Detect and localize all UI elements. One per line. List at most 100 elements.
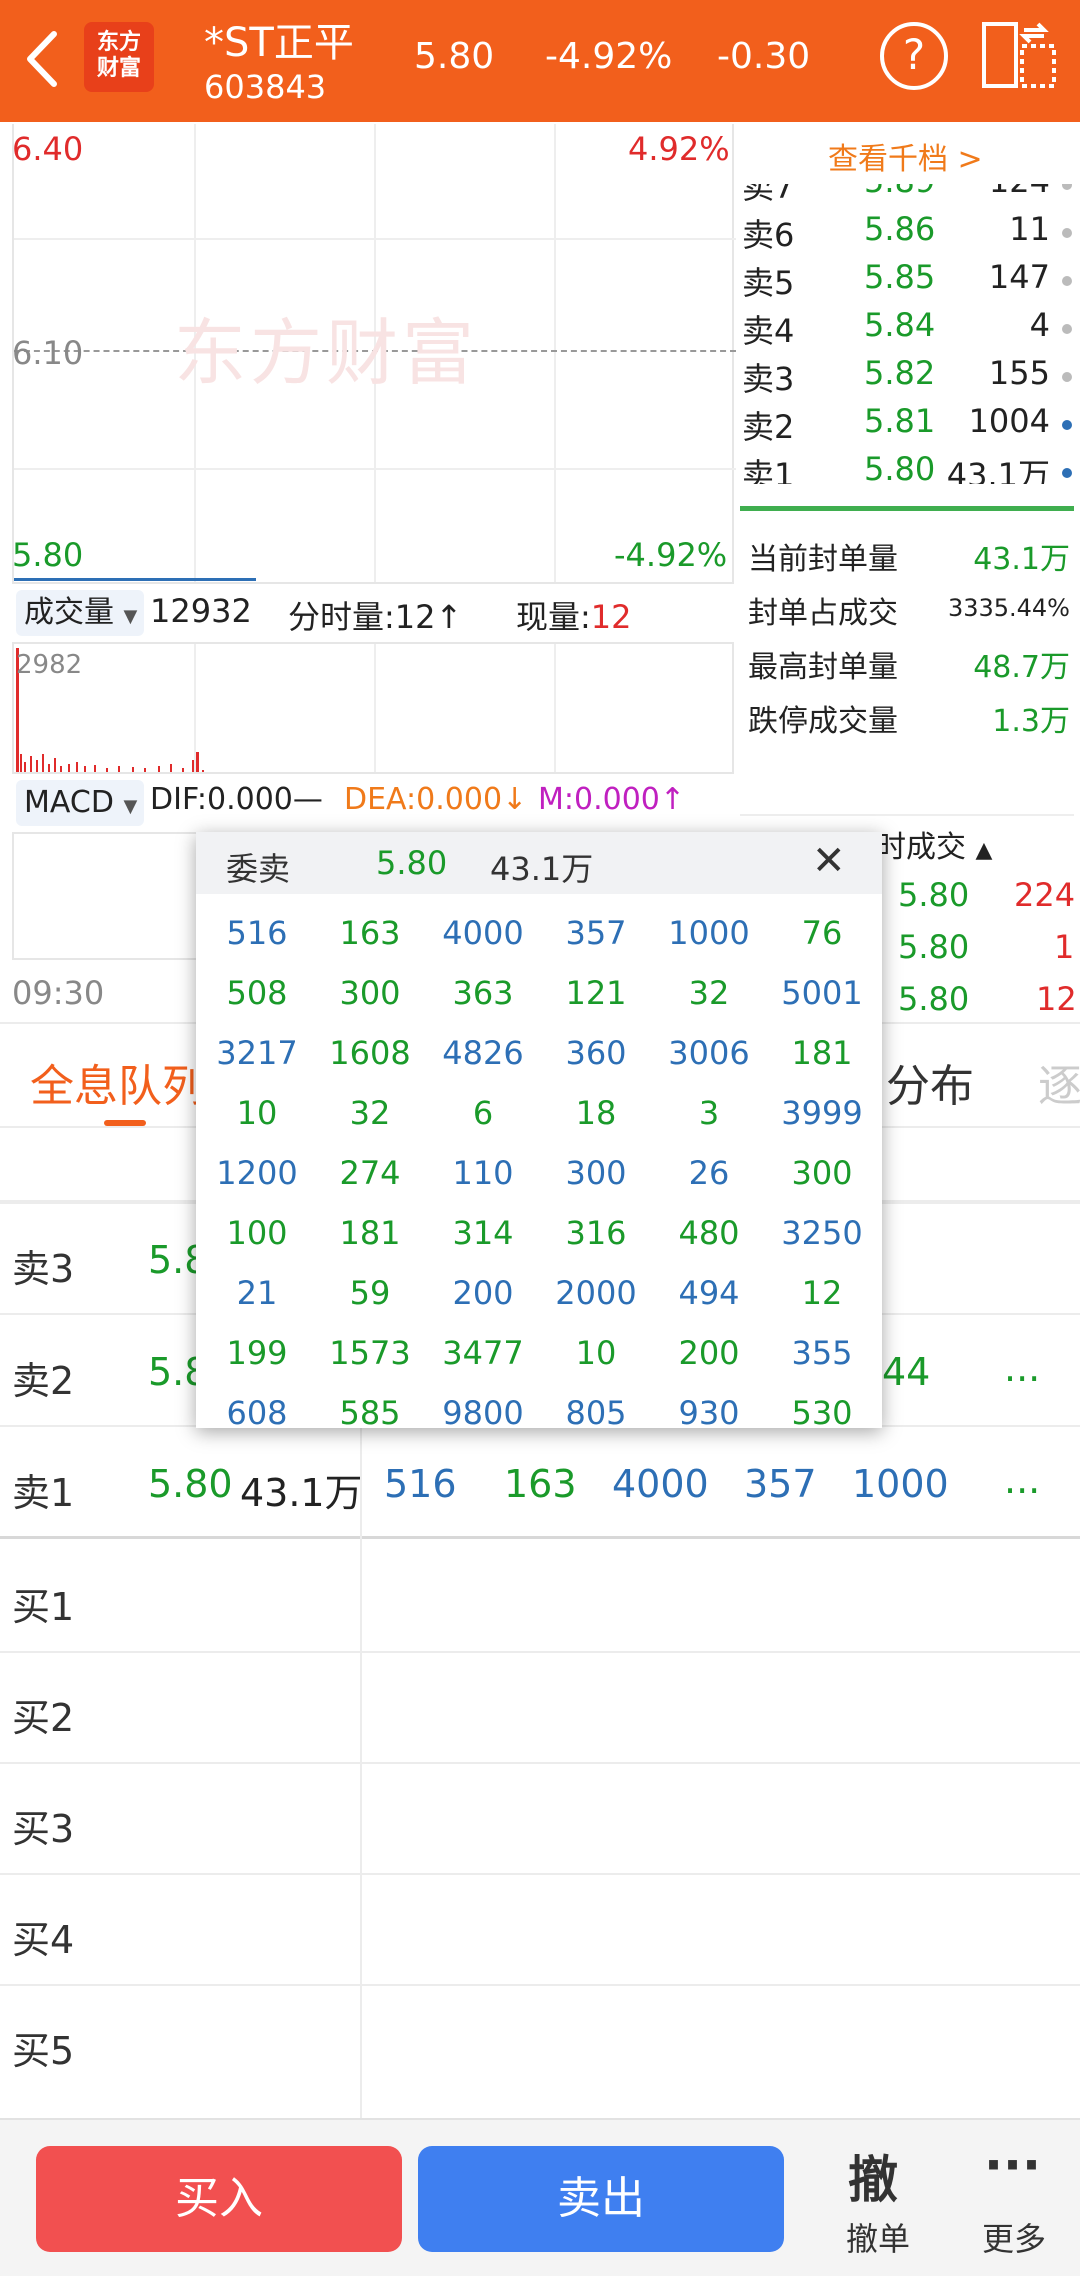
sell-order-book: 卖7 5.89 124 卖6 5.86 11 卖5 5.85 147 卖4 5.… bbox=[736, 184, 1080, 484]
popup-order-value: 110 bbox=[452, 1154, 514, 1192]
more-button[interactable]: 更多 bbox=[982, 2214, 1046, 2260]
back-arrow-icon[interactable] bbox=[18, 24, 68, 94]
limit-down-volume: 跌停成交量 1.3万 bbox=[748, 704, 1070, 739]
cancel-order-icon[interactable]: 撤 bbox=[848, 2140, 898, 2212]
tick-volume: 分时量:12↑ bbox=[288, 598, 463, 636]
volume-chart[interactable] bbox=[12, 644, 734, 772]
trade-price: 5.80 bbox=[898, 980, 970, 1018]
popup-order-value: 1608 bbox=[329, 1034, 411, 1072]
popup-order-value: 508 bbox=[226, 974, 288, 1012]
popup-order-value: 363 bbox=[452, 974, 514, 1012]
popup-order-value: 1000 bbox=[668, 914, 750, 952]
popup-order-value: 121 bbox=[565, 974, 627, 1012]
popup-order-value: 530 bbox=[791, 1394, 853, 1432]
popup-order-value: 6 bbox=[472, 1094, 494, 1132]
dot-icon bbox=[1062, 228, 1072, 238]
time-start-label: 09:30 bbox=[12, 974, 105, 1012]
popup-order-value: 3 bbox=[698, 1094, 720, 1132]
seal-to-trade-ratio: 封单占成交 3335.44% bbox=[748, 594, 1070, 631]
close-icon[interactable]: ✕ bbox=[812, 838, 846, 884]
queue-row-buy3[interactable]: 买3 bbox=[0, 1764, 1080, 1875]
current-volume: 现量:12 bbox=[516, 598, 632, 636]
popup-order-value: 10 bbox=[236, 1094, 278, 1132]
popup-order-value: 805 bbox=[565, 1394, 627, 1432]
low-pct-label: -4.92% bbox=[614, 536, 728, 574]
queue-row-buy4[interactable]: 买4 bbox=[0, 1875, 1080, 1986]
cancel-order-button[interactable]: 撤单 bbox=[846, 2214, 910, 2260]
sell-button[interactable]: 卖出 bbox=[418, 2146, 784, 2252]
help-icon[interactable]: ? bbox=[880, 22, 948, 90]
queue-row-buy1[interactable]: 买1 bbox=[0, 1542, 1080, 1653]
layout-switch-icon[interactable] bbox=[982, 22, 1056, 88]
queue-order: 516 bbox=[384, 1462, 457, 1506]
volume-axis-max: 2982 bbox=[16, 650, 83, 680]
current-seal-volume: 当前封单量 43.1万 bbox=[748, 542, 1070, 577]
popup-price: 5.80 bbox=[376, 844, 448, 882]
intraday-chart[interactable]: 东方财富 bbox=[12, 124, 736, 582]
order-book-row: 卖3 5.82 155 bbox=[742, 354, 1072, 402]
queue-row-buy5[interactable]: 买5 bbox=[0, 1986, 1080, 2097]
popup-order-value: 357 bbox=[565, 914, 627, 952]
order-book-row: 卖1 5.80 43.1万 bbox=[742, 450, 1072, 484]
arrow-up-icon: ↑ bbox=[435, 598, 463, 636]
popup-order-value: 355 bbox=[791, 1334, 853, 1372]
dropdown-caret-icon: ▼ bbox=[123, 796, 138, 817]
popup-order-value: 4000 bbox=[442, 914, 524, 952]
queue-order: 163 bbox=[504, 1462, 577, 1506]
more-icon[interactable]: ··· bbox=[984, 2136, 1041, 2194]
popup-header: 委卖 5.80 43.1万 ✕ bbox=[196, 832, 882, 894]
low-price-label: 5.80 bbox=[12, 536, 84, 574]
queue-order: 4000 bbox=[612, 1462, 709, 1506]
sell-queue-popup: 委卖 5.80 43.1万 ✕ 516 163 4000 357 1000 76 508 30… bbox=[196, 832, 882, 1432]
change-percent: -4.92% bbox=[545, 36, 673, 77]
popup-order-value: 3999 bbox=[781, 1094, 863, 1132]
tab-full-queue[interactable]: 全息队列 bbox=[30, 1050, 206, 1114]
popup-order-value: 12 bbox=[801, 1274, 843, 1312]
popup-order-value: 300 bbox=[339, 974, 401, 1012]
popup-order-value: 76 bbox=[801, 914, 843, 952]
trade-volume: 12 bbox=[1036, 980, 1077, 1018]
order-book-row: 卖4 5.84 4 bbox=[742, 306, 1072, 354]
queue-row-sell1[interactable]: 卖1 5.80 43.1万 516 163 4000 357 1000 ... bbox=[0, 1428, 1080, 1539]
popup-order-value: 32 bbox=[349, 1094, 391, 1132]
tab-distribution[interactable]: 分布 bbox=[886, 1050, 974, 1114]
view-thousand-levels-link[interactable]: 查看千档 > bbox=[828, 134, 983, 178]
macd-selector[interactable]: MACD ▼ bbox=[16, 780, 144, 826]
current-price: 5.80 bbox=[414, 36, 495, 77]
queue-row-buy2[interactable]: 买2 bbox=[0, 1653, 1080, 1764]
buy-button[interactable]: 买入 bbox=[36, 2146, 402, 2252]
more-dots-icon[interactable]: ... bbox=[1004, 1346, 1040, 1390]
order-book-row: 卖5 5.85 147 bbox=[742, 258, 1072, 306]
dot-icon bbox=[1062, 420, 1072, 430]
volume-selector[interactable]: 成交量 ▼ bbox=[16, 590, 144, 636]
divider bbox=[740, 814, 1074, 816]
popup-order-value: 480 bbox=[678, 1214, 740, 1252]
caret-up-icon: ▲ bbox=[975, 838, 993, 863]
popup-order-value: 5001 bbox=[781, 974, 863, 1012]
popup-title: 委卖 bbox=[226, 850, 291, 888]
tab-tick-by-tick[interactable]: 逐 bbox=[1038, 1050, 1080, 1114]
change-amount: -0.30 bbox=[717, 36, 811, 77]
popup-order-value: 199 bbox=[226, 1334, 288, 1372]
popup-order-value: 3006 bbox=[668, 1034, 750, 1072]
popup-order-value: 1200 bbox=[216, 1154, 298, 1192]
arrow-down-icon: ↓ bbox=[502, 782, 528, 817]
trade-volume: 1 bbox=[1054, 928, 1075, 966]
stock-code: 603843 bbox=[204, 68, 327, 106]
macd-dea: DEA:0.000↓ bbox=[344, 782, 528, 817]
queue-order: 357 bbox=[744, 1462, 817, 1506]
popup-order-value: 516 bbox=[226, 914, 288, 952]
popup-order-value: 3477 bbox=[442, 1334, 524, 1372]
more-dots-icon[interactable]: ... bbox=[1004, 1458, 1040, 1502]
dot-icon bbox=[1062, 468, 1072, 478]
dropdown-caret-icon: ▼ bbox=[123, 606, 138, 627]
popup-order-value: 3250 bbox=[781, 1214, 863, 1252]
app-logo: 东方 财富 bbox=[84, 22, 154, 92]
stock-name: *ST正平 bbox=[204, 20, 354, 66]
popup-order-value: 316 bbox=[565, 1214, 627, 1252]
popup-volume: 43.1万 bbox=[490, 850, 594, 888]
dot-icon bbox=[1062, 324, 1072, 334]
dot-icon bbox=[1062, 372, 1072, 382]
volume-value: 12932 bbox=[150, 592, 252, 630]
order-book-divider bbox=[740, 506, 1074, 511]
